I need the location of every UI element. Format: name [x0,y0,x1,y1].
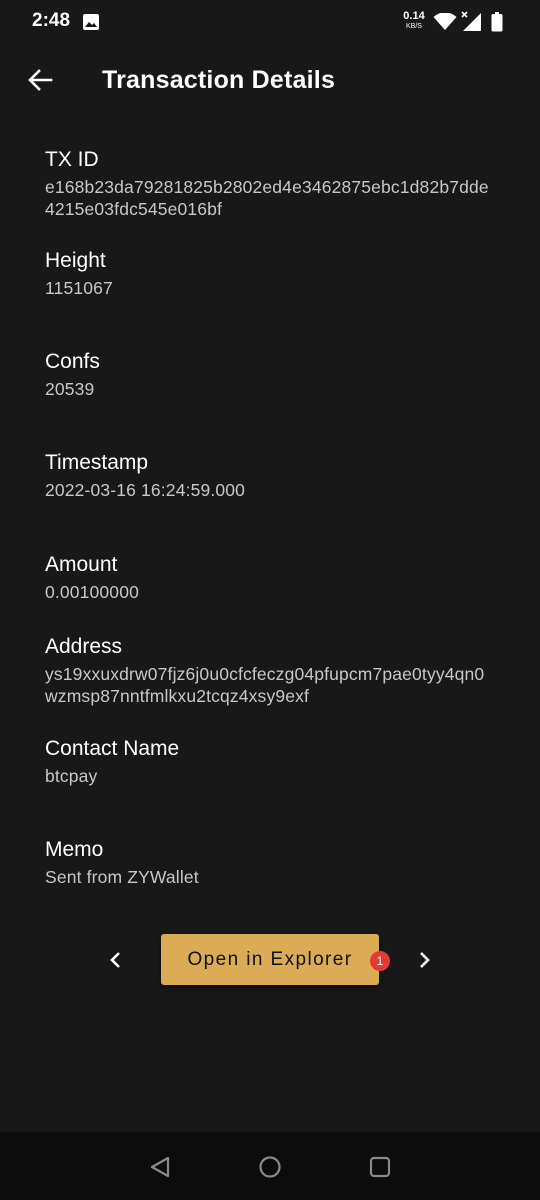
amount-value: 0.00100000 [45,582,139,602]
detail-confs: Confs 20539 [45,349,505,400]
detail-label: Address [45,635,123,658]
arrow-left-icon [28,69,53,91]
contact-name-value: btcpay [45,766,98,786]
detail-contact-name: Contact Name btcpay [45,736,505,787]
nav-back-icon[interactable] [148,1155,172,1179]
timestamp-value: 2022-03-16 16:24:59.000 [45,480,246,500]
previous-transaction-button[interactable] [100,944,132,976]
nav-home-icon[interactable] [258,1155,282,1179]
status-bar: 2:48 0.14 KB/S [0,0,540,44]
memo-value: Sent from ZYWallet [45,867,199,887]
detail-label: Amount [45,553,118,576]
detail-label: Memo [45,838,104,861]
detail-label: TX ID [45,148,99,171]
txid-value[interactable]: e168b23da79281825b2802ed4e3462875ebc1d82… [45,176,495,220]
detail-address: Address ys19xxuxdrw07fjz6j0u0cfcfeczg04p… [45,634,505,707]
app-bar: Transaction Details [0,52,540,108]
detail-label: Confs [45,350,100,373]
transaction-details-screen: 2:48 0.14 KB/S Transaction Details TX ID… [0,0,540,1200]
chevron-right-icon [420,952,430,968]
next-transaction-button[interactable] [408,944,440,976]
status-time: 2:48 [32,10,71,31]
nav-recents-icon[interactable] [369,1156,391,1178]
image-icon [83,14,99,30]
battery-icon [491,12,503,32]
detail-memo: Memo Sent from ZYWallet [45,837,505,888]
signal-icon [461,11,481,31]
system-navigation-bar [0,1132,540,1200]
address-value[interactable]: ys19xxuxdrw07fjz6j0u0cfcfeczg04pfupcm7pa… [45,663,493,707]
network-speed-value: 0.14 [403,10,425,22]
confs-value: 20539 [45,379,95,399]
detail-label: Contact Name [45,737,180,760]
open-in-explorer-button[interactable]: Open in Explorer [161,934,379,985]
network-speed-unit: KB/S [406,23,422,30]
height-value: 1151067 [45,278,113,298]
detail-label: Height [45,249,106,272]
detail-timestamp: Timestamp 2022-03-16 16:24:59.000 [45,450,505,501]
chevron-left-icon [110,952,120,968]
back-button[interactable] [20,62,60,98]
page-title: Transaction Details [102,66,336,94]
wifi-icon [433,13,457,30]
notification-badge: 1 [370,951,390,971]
network-speed: 0.14 KB/S [401,10,427,31]
detail-amount: Amount 0.00100000 [45,552,505,603]
detail-label: Timestamp [45,451,149,474]
detail-height: Height 1151067 [45,248,505,299]
detail-txid: TX ID e168b23da79281825b2802ed4e3462875e… [45,147,505,220]
